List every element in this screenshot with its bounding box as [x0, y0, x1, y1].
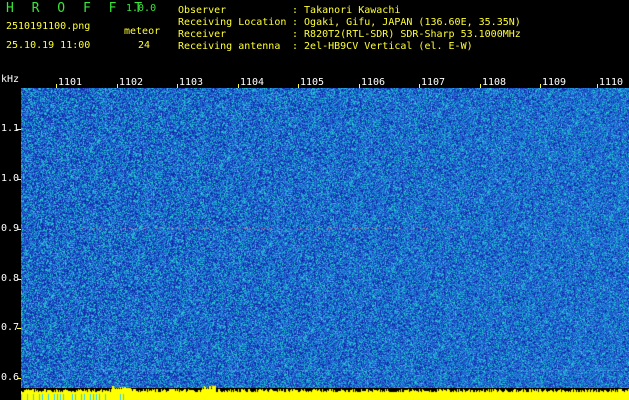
- meteor-count: 24: [138, 40, 151, 51]
- receiver-value: : R820T2(RTL-SDR) SDR-Sharp 53.1000MHz: [292, 29, 521, 40]
- x-tick-1108: 1108: [482, 77, 507, 88]
- receiver-label: Receiver: [178, 29, 227, 40]
- app-version: 1.0.0: [126, 3, 157, 14]
- x-tick-1102: 1102: [119, 77, 144, 88]
- header-panel: H R O F F T 1.0.0 2510191100.png 25.10.1…: [0, 0, 629, 74]
- spectrogram-canvas: [21, 88, 629, 388]
- power-bar-canvas: [21, 384, 629, 400]
- observer-label: Observer: [178, 5, 227, 16]
- x-tick-1104: 1104: [240, 77, 265, 88]
- antenna-value: : 2el-HB9CV Vertical (el. E-W): [292, 41, 473, 52]
- spectrogram-plot: [21, 88, 629, 388]
- x-tick-1107: 1107: [421, 77, 446, 88]
- x-tick-1103: 1103: [179, 77, 204, 88]
- x-tick-1106: 1106: [361, 77, 386, 88]
- y-axis: [0, 88, 21, 400]
- location-value: : Ogaki, Gifu, JAPAN (136.60E, 35.35N): [292, 17, 521, 28]
- y-axis-unit: kHz: [1, 74, 20, 85]
- file-datetime: 25.10.19 11:00: [6, 40, 91, 51]
- observer-value: : Takanori Kawachi: [292, 5, 401, 16]
- power-bar: [21, 384, 629, 400]
- meteor-label: meteor: [124, 26, 161, 37]
- x-tick-1101: 1101: [58, 77, 83, 88]
- antenna-label: Receiving antenna: [178, 41, 281, 52]
- x-tick-1110: 1110: [599, 77, 624, 88]
- file-name: 2510191100.png: [6, 21, 91, 32]
- x-tick-1109: 1109: [542, 77, 567, 88]
- x-tick-1105: 1105: [300, 77, 325, 88]
- location-label: Receiving Location: [178, 17, 287, 28]
